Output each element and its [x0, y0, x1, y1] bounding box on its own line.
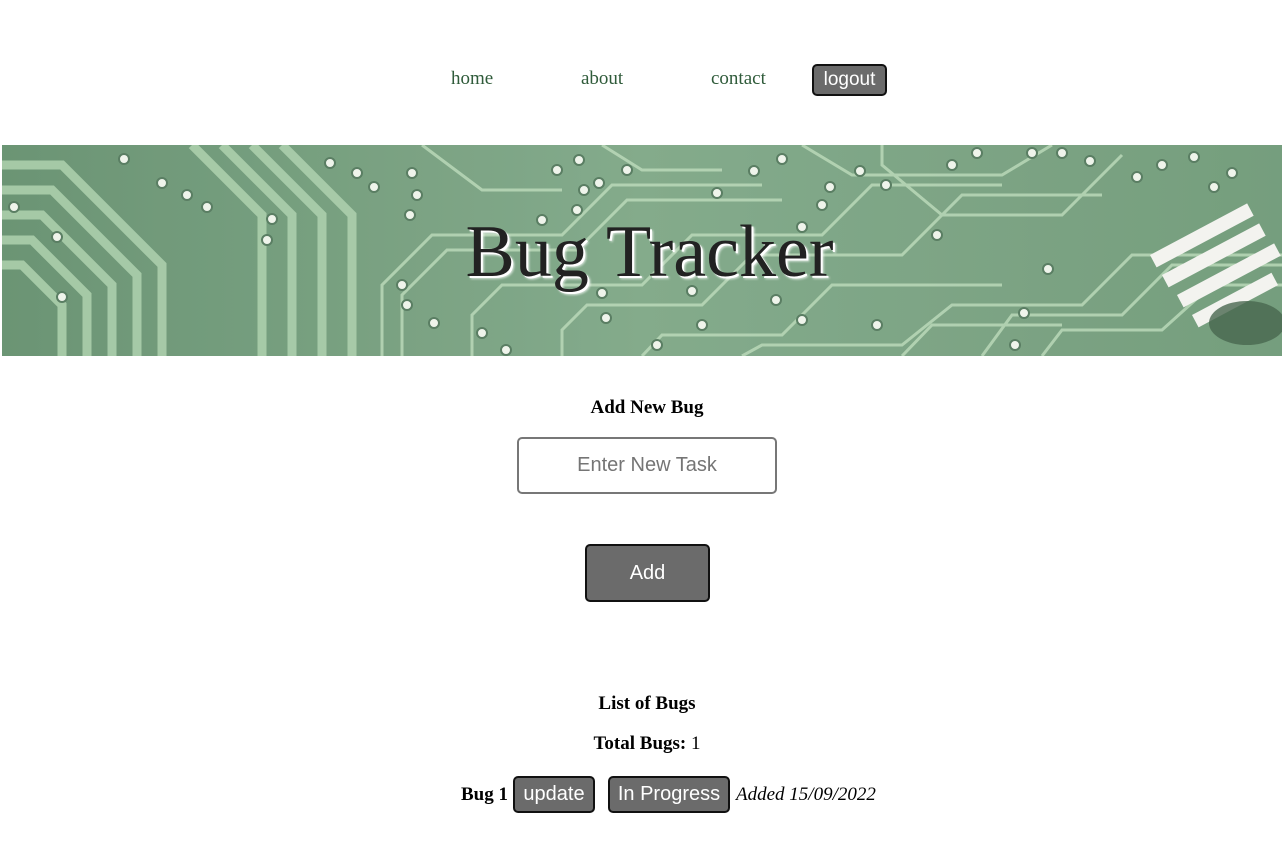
- update-bug-button[interactable]: update: [513, 776, 595, 813]
- nav-home-link[interactable]: home: [451, 68, 493, 90]
- total-bugs: Total Bugs: 1: [0, 733, 1282, 755]
- bug-added-date: Added 15/09/2022: [736, 783, 876, 805]
- bug-name: Bug 1: [461, 783, 508, 805]
- bug-list-item: Bug 1 update In Progress Added 15/09/202…: [461, 776, 876, 813]
- nav-contact-link[interactable]: contact: [711, 68, 766, 90]
- top-nav: home about contact logout: [0, 0, 1282, 145]
- bug-status-button[interactable]: In Progress: [608, 776, 730, 813]
- bug-list-heading: List of Bugs: [598, 693, 696, 714]
- add-bug-heading: Add New Bug: [590, 397, 704, 418]
- page-title: Bug Tracker: [465, 211, 834, 293]
- logout-button[interactable]: logout: [812, 64, 887, 96]
- total-bugs-count: 1: [691, 733, 701, 754]
- nav-about-link[interactable]: about: [581, 68, 623, 90]
- hero-banner: Bug Tracker: [2, 145, 1282, 356]
- new-task-input[interactable]: [517, 437, 777, 494]
- total-bugs-label: Total Bugs:: [593, 733, 687, 754]
- add-bug-button[interactable]: Add: [585, 544, 710, 602]
